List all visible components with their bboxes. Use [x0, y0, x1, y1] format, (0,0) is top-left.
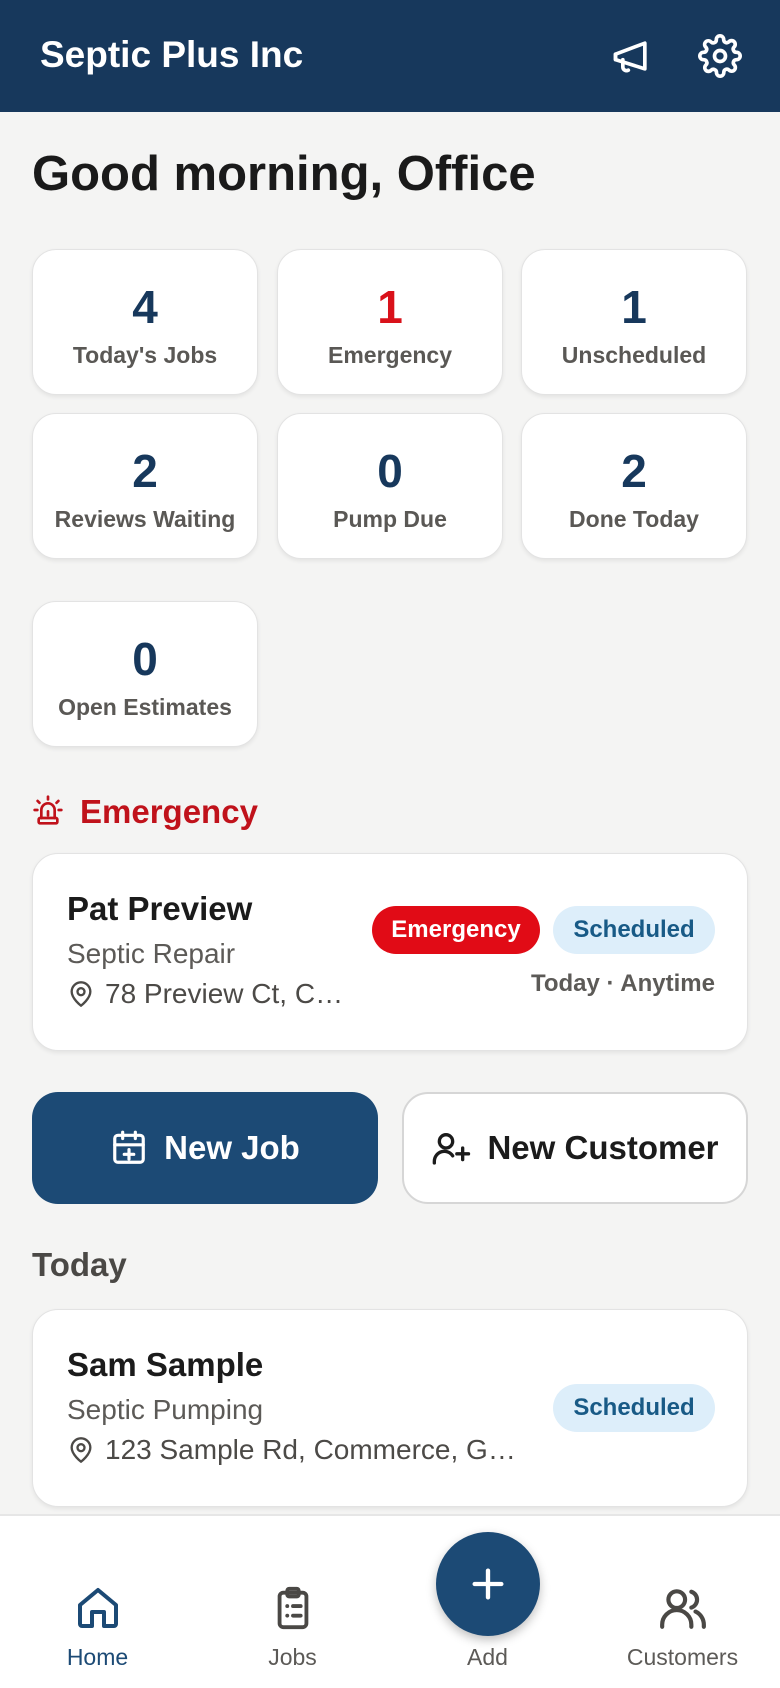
- new-customer-label: New Customer: [487, 1129, 719, 1166]
- stat-card-todays-jobs[interactable]: 4 Today's Jobs: [32, 249, 258, 395]
- stat-label: Today's Jobs: [72, 342, 218, 368]
- job-address-text: 78 Preview Ct, C…: [105, 978, 344, 1009]
- job-customer-name: Pat Preview: [67, 890, 253, 927]
- stat-label: Reviews Waiting: [54, 506, 236, 532]
- nav-label-customers: Customers: [626, 1644, 739, 1670]
- emergency-section-header: Emergency: [32, 788, 258, 836]
- plus-icon: [472, 1568, 504, 1600]
- nav-item-home[interactable]: Home: [0, 1580, 195, 1671]
- stat-value: 4: [132, 281, 158, 333]
- app-header: Septic Plus Inc: [0, 0, 780, 112]
- app-title: Septic Plus Inc: [40, 34, 304, 75]
- megaphone-icon[interactable]: [604, 28, 660, 84]
- today-section-title: Today: [32, 1246, 127, 1283]
- stat-value: 0: [377, 445, 403, 497]
- job-address: 123 Sample Rd, Commerce, G…: [67, 1434, 516, 1466]
- stat-label: Open Estimates: [58, 694, 232, 720]
- stat-card-done-today[interactable]: 2 Done Today: [521, 413, 747, 559]
- stat-label: Pump Due: [333, 506, 447, 532]
- job-customer-name: Sam Sample: [67, 1346, 264, 1383]
- stat-card-emergency[interactable]: 1 Emergency: [277, 249, 503, 395]
- new-job-label: New Job: [164, 1129, 300, 1166]
- stat-value: 1: [621, 281, 647, 333]
- job-service-type: Septic Repair: [67, 938, 236, 969]
- gear-icon[interactable]: [692, 28, 748, 84]
- nav-label-add: Add: [467, 1644, 508, 1670]
- clipboard-icon: [195, 1580, 390, 1636]
- stat-card-open-estimates[interactable]: 0 Open Estimates: [32, 601, 258, 747]
- status-badge: Scheduled: [553, 1384, 715, 1432]
- stat-card-unscheduled[interactable]: 1 Unscheduled: [521, 249, 747, 395]
- stat-value: 2: [132, 445, 158, 497]
- greeting: Good morning, Office: [32, 147, 536, 201]
- job-address: 78 Preview Ct, C…: [67, 978, 343, 1010]
- nav-label-home: Home: [66, 1644, 129, 1670]
- emergency-section-title: Emergency: [80, 793, 258, 830]
- job-time: Today · Anytime: [530, 970, 715, 997]
- today-job-card[interactable]: Sam Sample Septic Pumping 123 Sample Rd,…: [32, 1309, 748, 1507]
- add-fab-button[interactable]: [436, 1532, 540, 1636]
- stat-value: 0: [132, 633, 158, 685]
- nav-label-jobs: Jobs: [268, 1644, 317, 1670]
- job-service-type: Septic Pumping: [67, 1394, 264, 1425]
- map-pin-icon: [70, 981, 92, 1007]
- users-icon: [585, 1580, 780, 1636]
- nav-item-customers[interactable]: Customers: [585, 1580, 780, 1671]
- emergency-badge: Emergency: [372, 906, 540, 954]
- stat-label: Emergency: [327, 342, 452, 368]
- siren-icon: [32, 793, 64, 832]
- job-address-text: 123 Sample Rd, Commerce, G…: [105, 1434, 516, 1465]
- calendar-plus-icon: [113, 1130, 145, 1164]
- nav-item-jobs[interactable]: Jobs: [195, 1580, 390, 1671]
- emergency-job-card[interactable]: Pat Preview Septic Repair 78 Preview Ct,…: [32, 853, 748, 1051]
- stat-card-pump-due[interactable]: 0 Pump Due: [277, 413, 503, 559]
- new-customer-button[interactable]: New Customer: [402, 1092, 748, 1204]
- stat-value: 1: [377, 281, 403, 333]
- user-plus-icon: [433, 1133, 471, 1165]
- stat-card-reviews-waiting[interactable]: 2 Reviews Waiting: [32, 413, 258, 559]
- new-job-button[interactable]: New Job: [32, 1092, 378, 1204]
- home-icon: [0, 1580, 195, 1636]
- stat-label: Unscheduled: [561, 342, 707, 368]
- map-pin-icon: [70, 1437, 92, 1463]
- status-badge: Scheduled: [553, 906, 715, 954]
- stat-value: 2: [621, 445, 647, 497]
- stat-label: Done Today: [569, 506, 699, 532]
